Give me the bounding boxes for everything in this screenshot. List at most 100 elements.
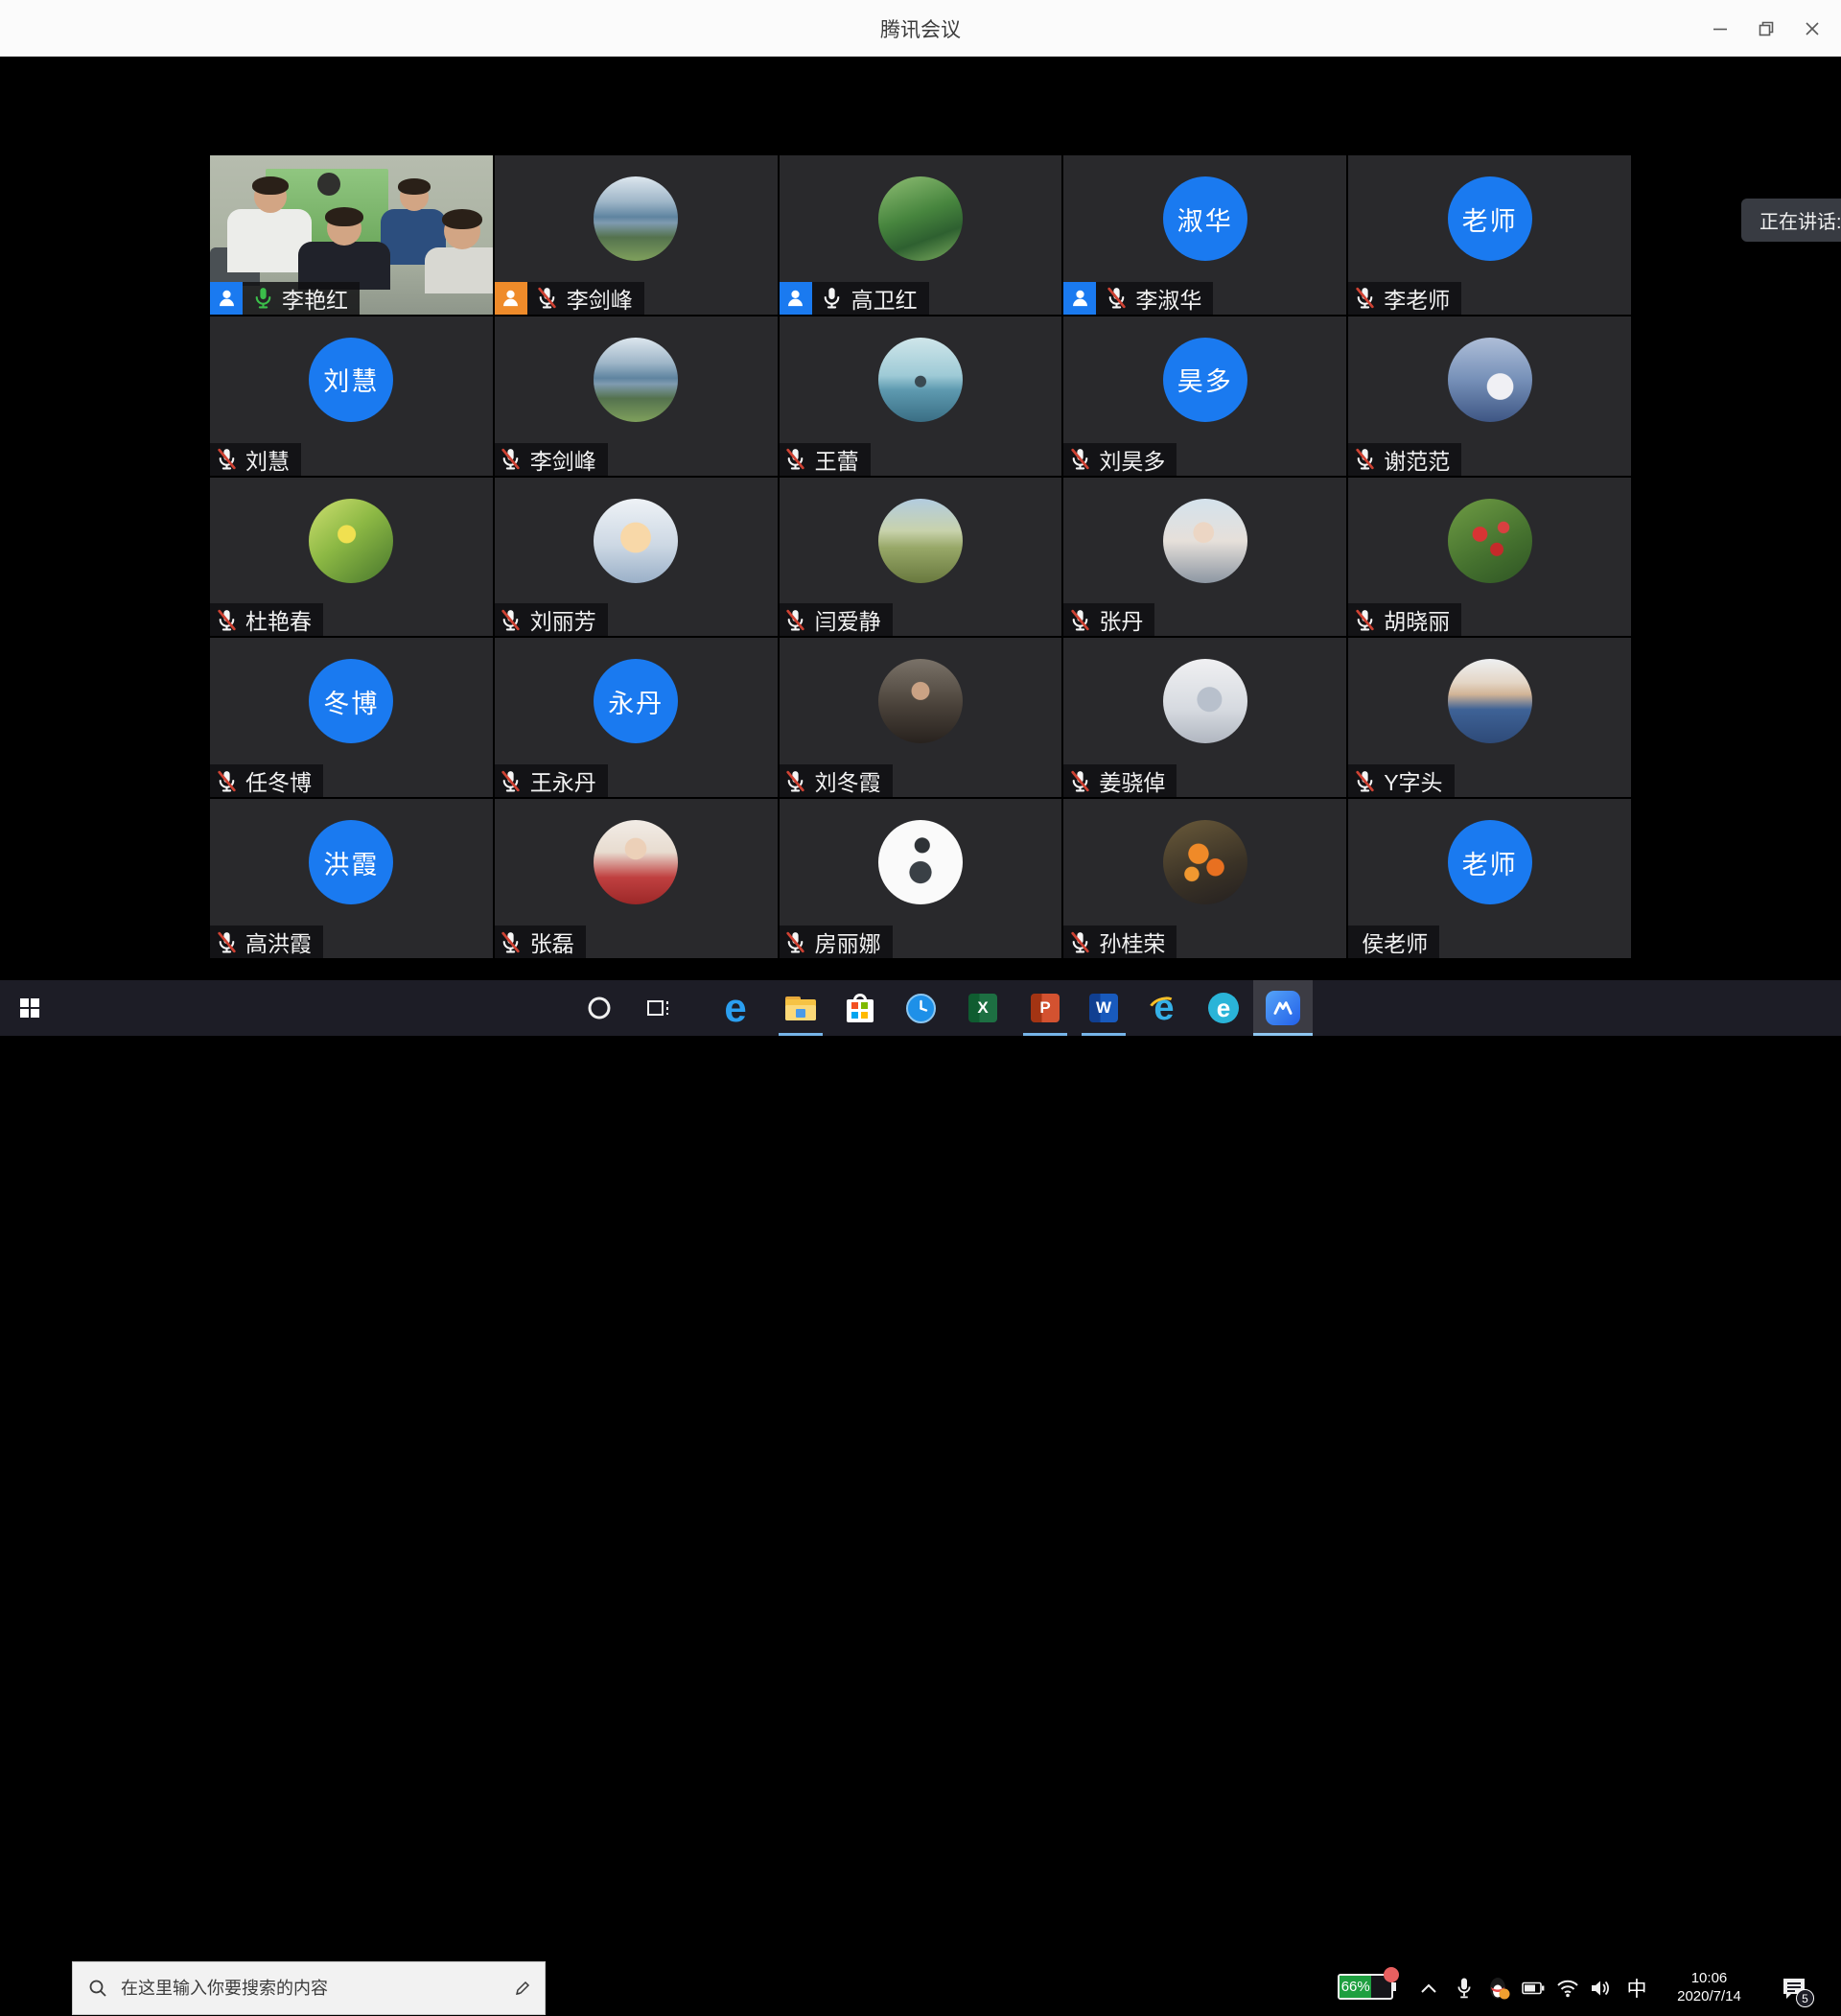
participant-tile[interactable]: 冬博 任冬博 bbox=[210, 638, 493, 797]
participant-tile[interactable]: 胡晓丽 bbox=[1348, 478, 1631, 637]
mic-muted-icon bbox=[783, 768, 808, 793]
participant-tile[interactable]: 孙桂荣 bbox=[1063, 799, 1346, 958]
participant-avatar bbox=[878, 338, 963, 422]
participant-tile[interactable]: 张丹 bbox=[1063, 478, 1346, 637]
participant-avatar bbox=[594, 338, 678, 422]
participant-tile[interactable]: 刘冬霞 bbox=[780, 638, 1062, 797]
ime-indicator[interactable]: 中 bbox=[1622, 1960, 1651, 2016]
participant-tile[interactable]: 李剑峰 bbox=[495, 155, 778, 315]
tray-battery-button[interactable] bbox=[1519, 1960, 1548, 2016]
participant-label: 高卫红 bbox=[780, 282, 929, 315]
mic-muted-icon bbox=[214, 607, 239, 632]
participant-tile[interactable]: 老师侯老师 bbox=[1348, 799, 1631, 958]
participant-tile[interactable]: 房丽娜 bbox=[780, 799, 1062, 958]
role-badge-icon bbox=[1063, 282, 1096, 315]
role-badge-icon bbox=[780, 282, 812, 315]
powerpoint-button[interactable]: P bbox=[1015, 980, 1075, 1036]
internet-explorer-icon: e bbox=[1147, 991, 1181, 1025]
participant-label: 李艳红 bbox=[210, 282, 360, 315]
participant-label: 任冬博 bbox=[210, 764, 323, 797]
participant-avatar bbox=[1448, 338, 1532, 422]
speaker-icon bbox=[1590, 1979, 1613, 1998]
excel-button[interactable]: X bbox=[953, 980, 1013, 1036]
participant-tile[interactable]: 洪霞 高洪霞 bbox=[210, 799, 493, 958]
tencent-meeting-button[interactable] bbox=[1253, 980, 1313, 1036]
taskbar-clock[interactable]: 10:06 2020/7/14 bbox=[1654, 1969, 1764, 2005]
cortana-button[interactable] bbox=[570, 980, 629, 1036]
cortana-icon bbox=[587, 996, 612, 1020]
participant-tile[interactable]: 刘慧 刘慧 bbox=[210, 316, 493, 476]
participant-tile[interactable]: 昊多 刘昊多 bbox=[1063, 316, 1346, 476]
participant-avatar bbox=[1448, 499, 1532, 583]
minimize-button[interactable] bbox=[1697, 0, 1743, 57]
participant-tile[interactable]: 张磊 bbox=[495, 799, 778, 958]
participant-tile[interactable]: 闫爱静 bbox=[780, 478, 1062, 637]
participant-tile[interactable]: 永丹 王永丹 bbox=[495, 638, 778, 797]
participant-tile[interactable]: 谢范范 bbox=[1348, 316, 1631, 476]
participant-label: 张丹 bbox=[1063, 603, 1154, 636]
tray-volume-button[interactable] bbox=[1587, 1960, 1616, 2016]
qq-penguin-icon bbox=[1487, 1976, 1510, 2001]
close-button[interactable] bbox=[1789, 0, 1835, 57]
participant-label: 姜骁倬 bbox=[1063, 764, 1177, 797]
participant-tile[interactable]: 王蕾 bbox=[780, 316, 1062, 476]
participant-tile[interactable]: 杜艳春 bbox=[210, 478, 493, 637]
participant-name: 李剑峰 bbox=[567, 282, 633, 315]
start-button[interactable] bbox=[0, 980, 59, 1036]
internet-explorer-button[interactable]: e bbox=[1134, 980, 1194, 1036]
mic-muted-icon bbox=[1104, 286, 1129, 311]
participant-avatar: 昊多 bbox=[1163, 338, 1247, 422]
participant-name: 李艳红 bbox=[282, 282, 348, 315]
participant-tile[interactable]: 淑华 李淑华 bbox=[1063, 155, 1346, 315]
participant-tile[interactable]: 李剑峰 bbox=[495, 316, 778, 476]
participant-tile[interactable]: 高卫红 bbox=[780, 155, 1062, 315]
file-explorer-button[interactable] bbox=[771, 980, 830, 1036]
battery-widget[interactable]: 66% bbox=[1338, 1974, 1393, 2000]
participant-name: 刘慧 bbox=[245, 443, 290, 476]
restore-icon bbox=[1758, 20, 1775, 37]
participant-label: 刘冬霞 bbox=[780, 764, 893, 797]
participant-tile[interactable]: 李艳红 bbox=[210, 155, 493, 315]
participant-tile[interactable]: 刘丽芳 bbox=[495, 478, 778, 637]
participant-avatar bbox=[1163, 659, 1247, 743]
participant-avatar bbox=[594, 176, 678, 261]
participant-avatar bbox=[878, 820, 963, 904]
participant-name: 胡晓丽 bbox=[1384, 603, 1450, 636]
search-input[interactable] bbox=[121, 1979, 499, 1999]
mic-on-icon bbox=[250, 286, 275, 311]
participant-tile[interactable]: Y字头 bbox=[1348, 638, 1631, 797]
participant-label: 李淑华 bbox=[1063, 282, 1213, 315]
restore-button[interactable] bbox=[1743, 0, 1789, 57]
tray-expand-button[interactable] bbox=[1414, 1960, 1443, 2016]
word-button[interactable]: W bbox=[1074, 980, 1133, 1036]
participant-label: Y字头 bbox=[1348, 764, 1454, 797]
edge-button[interactable]: e bbox=[706, 980, 765, 1036]
participant-tile[interactable]: 老师 李老师 bbox=[1348, 155, 1631, 315]
taskbar-search[interactable] bbox=[72, 1961, 546, 2015]
store-button[interactable] bbox=[830, 980, 890, 1036]
mic-muted-icon bbox=[783, 607, 808, 632]
mic-muted-icon bbox=[1352, 768, 1377, 793]
windows-logo-icon bbox=[20, 998, 39, 1018]
tray-qq-button[interactable] bbox=[1484, 1960, 1513, 2016]
search-icon bbox=[88, 1979, 107, 1998]
window-title: 腾讯会议 bbox=[0, 0, 1841, 57]
tray-network-button[interactable] bbox=[1553, 1960, 1582, 2016]
speaking-indicator: 正在讲话: 李 bbox=[1741, 199, 1841, 242]
participant-name: 刘昊多 bbox=[1099, 443, 1165, 476]
participant-name: 李剑峰 bbox=[530, 443, 596, 476]
action-center-button[interactable]: 5 bbox=[1772, 1960, 1816, 2016]
tray-microphone-button[interactable] bbox=[1450, 1960, 1479, 2016]
participant-avatar: 老师 bbox=[1448, 820, 1532, 904]
role-badge-icon bbox=[210, 282, 243, 315]
alarms-clock-button[interactable] bbox=[891, 980, 950, 1036]
task-view-button[interactable] bbox=[629, 980, 688, 1036]
taskbar: e X P W e bbox=[0, 980, 1841, 1036]
browser-e-button[interactable]: e bbox=[1194, 980, 1253, 1036]
mic-on-icon bbox=[820, 286, 845, 311]
battery-percent: 66% bbox=[1340, 1976, 1371, 1998]
mic-muted-icon bbox=[214, 768, 239, 793]
store-icon bbox=[847, 994, 874, 1022]
participant-name: 闫爱静 bbox=[815, 603, 881, 636]
participant-tile[interactable]: 姜骁倬 bbox=[1063, 638, 1346, 797]
